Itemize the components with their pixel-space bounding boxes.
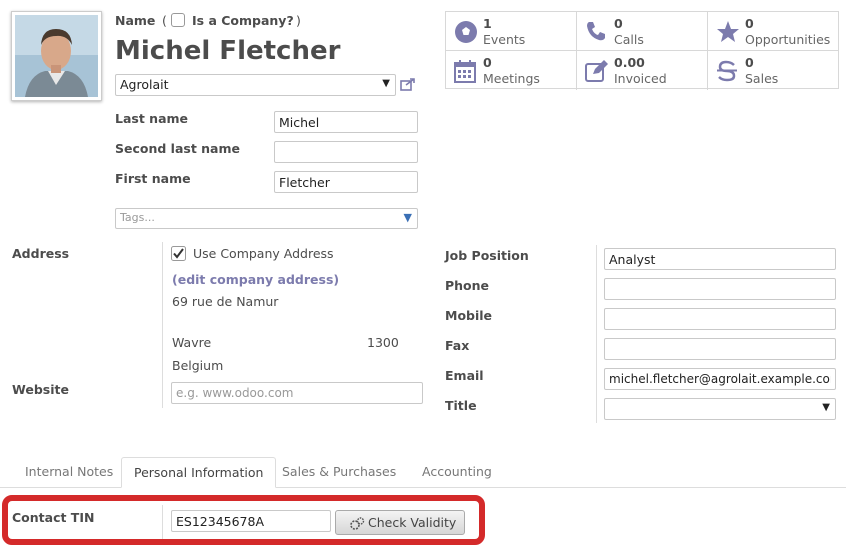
email-input[interactable] <box>604 368 836 390</box>
edit-company-address-link[interactable]: (edit company address) <box>172 272 339 287</box>
address-divider <box>162 242 163 408</box>
pencil-square-icon <box>585 60 608 82</box>
calendar-icon <box>454 60 476 83</box>
job-position-label: Job Position <box>445 248 529 263</box>
stat-count: 0 <box>614 16 623 31</box>
phone-icon <box>587 22 605 41</box>
stat-meetings[interactable]: 0 Meetings <box>446 51 577 90</box>
stat-buttons: 1 Events 0 Calls 0 Opportunities 0 Meeti… <box>445 11 839 90</box>
title-select[interactable]: ▼ <box>604 398 836 420</box>
stat-invoiced[interactable]: 0.00 Invoiced <box>577 51 708 90</box>
fax-label: Fax <box>445 338 470 353</box>
tab-personal-information[interactable]: Personal Information <box>121 457 277 488</box>
external-link-icon[interactable] <box>400 77 416 91</box>
contact-divider <box>596 245 597 423</box>
last-name-label: Last name <box>115 111 189 126</box>
stat-count: 0 <box>483 55 492 70</box>
person-photo <box>15 15 98 97</box>
dropdown-arrow-icon: ▼ <box>382 78 390 89</box>
address-label: Address <box>12 246 70 261</box>
is-company-checkbox[interactable] <box>171 13 185 27</box>
street: 69 rue de Namur <box>172 294 279 309</box>
second-last-name-input[interactable] <box>274 141 418 163</box>
stat-label: Invoiced <box>614 71 667 86</box>
paren-open: ( <box>162 13 167 28</box>
stat-count: 0.00 <box>614 55 645 70</box>
use-company-address-checkbox[interactable] <box>171 246 186 261</box>
city: Wavre <box>172 335 212 350</box>
use-company-address-label: Use Company Address <box>193 246 334 261</box>
mobile-input[interactable] <box>604 308 836 330</box>
tab-internal-notes[interactable]: Internal Notes <box>13 457 125 488</box>
job-position-input[interactable] <box>604 248 836 270</box>
phone-input[interactable] <box>604 278 836 300</box>
stat-count: 0 <box>745 55 754 70</box>
stat-label: Sales <box>745 71 779 86</box>
email-label: Email <box>445 368 484 383</box>
fax-input[interactable] <box>604 338 836 360</box>
zip: 1300 <box>367 335 399 350</box>
second-last-name-label: Second last name <box>115 141 240 156</box>
partner-name[interactable]: Michel Fletcher <box>115 36 340 66</box>
first-name-label: First name <box>115 171 191 186</box>
tags-placeholder: Tags... <box>120 211 155 224</box>
is-company-label: Is a Company? <box>192 13 294 28</box>
stat-sales[interactable]: 0 Sales <box>708 51 839 90</box>
star-icon <box>717 21 739 42</box>
dropdown-arrow-icon: ▼ <box>822 402 830 413</box>
stat-opportunities[interactable]: 0 Opportunities <box>708 12 839 51</box>
tab-sales-purchases[interactable]: Sales & Purchases <box>270 457 408 488</box>
mobile-label: Mobile <box>445 308 493 323</box>
website-label: Website <box>12 382 69 397</box>
website-input[interactable] <box>171 382 423 404</box>
company-select[interactable]: Agrolait ▼ <box>115 74 396 96</box>
stat-count: 1 <box>483 16 492 31</box>
first-name-input[interactable] <box>274 171 418 193</box>
stat-label: Opportunities <box>745 32 831 47</box>
paren-close: ) <box>296 13 301 28</box>
tags-input[interactable]: Tags... ▼ <box>115 208 418 229</box>
stat-label: Calls <box>614 32 644 47</box>
country: Belgium <box>172 358 224 373</box>
phone-label: Phone <box>445 278 490 293</box>
tags-dropdown-icon: ▼ <box>403 211 412 224</box>
dollar-icon <box>717 60 737 82</box>
tab-accounting[interactable]: Accounting <box>410 457 504 488</box>
stat-label: Events <box>483 32 526 47</box>
stat-label: Meetings <box>483 71 540 86</box>
stat-events[interactable]: 1 Events <box>446 12 577 51</box>
stat-count: 0 <box>745 16 754 31</box>
soccer-ball-icon <box>455 21 477 43</box>
name-label: Name <box>115 13 156 28</box>
avatar[interactable] <box>11 11 102 101</box>
company-value: Agrolait <box>120 77 169 92</box>
last-name-input[interactable] <box>274 111 418 133</box>
highlight-annotation <box>2 495 485 545</box>
stat-calls[interactable]: 0 Calls <box>577 12 708 51</box>
title-label: Title <box>445 398 477 413</box>
